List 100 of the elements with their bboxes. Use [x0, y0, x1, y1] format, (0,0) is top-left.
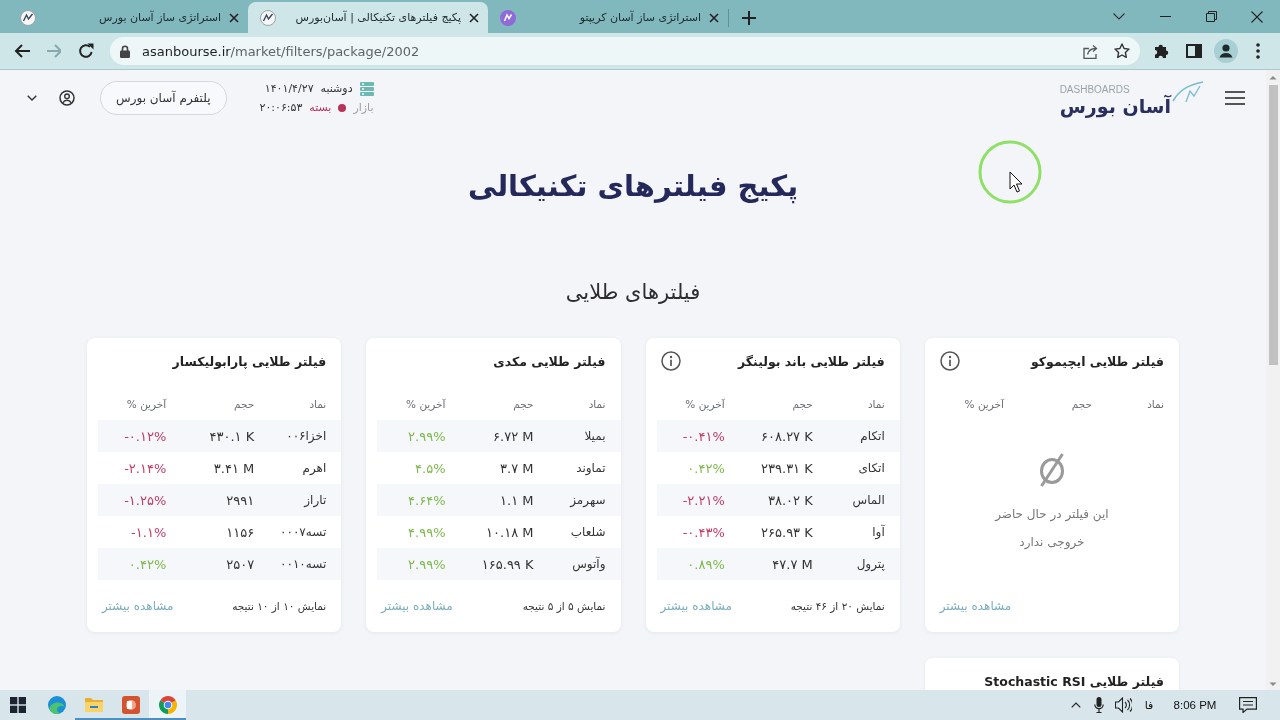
- user-icon[interactable]: [59, 90, 75, 106]
- folder-icon: [83, 695, 104, 715]
- volume-value: ۲۹۹۱: [226, 492, 255, 508]
- taskbar-app-button[interactable]: [149, 690, 186, 720]
- column-header: حجم: [234, 398, 255, 410]
- puzzle-icon[interactable]: [1154, 43, 1170, 59]
- lock-icon[interactable]: [120, 44, 130, 58]
- scroll-down-icon[interactable]: [1269, 682, 1277, 687]
- stock-symbol: آوا: [872, 525, 885, 539]
- reload-icon[interactable]: [78, 43, 94, 59]
- volume-value: ۱۶۵.۹۹ K: [481, 556, 534, 572]
- browser-tab[interactable]: پکیج فیلترهای تکنیکالی | آسان‌بورس: [248, 2, 488, 33]
- column-header: نماد: [588, 398, 606, 410]
- change-value: -۰.۴۱%: [682, 428, 725, 444]
- close-icon[interactable]: [469, 12, 479, 23]
- scrollbar-thumb[interactable]: [1268, 85, 1278, 365]
- browser-app-icon: [157, 695, 178, 715]
- stock-symbol: تسه۰۰۰۷: [280, 525, 327, 539]
- empty-message: این فیلتر در حال حاضر خروجی ندارد: [995, 506, 1109, 552]
- volume-value: ۳.۷ M: [500, 460, 534, 476]
- volume-value: ۲۵۰۷: [226, 556, 255, 572]
- change-value: -۱.۲۵%: [124, 492, 167, 508]
- restore-icon[interactable]: [1205, 11, 1217, 22]
- plus-icon[interactable]: [742, 10, 756, 25]
- info-icon[interactable]: [939, 351, 960, 371]
- stock-symbol: تماوند: [576, 461, 606, 475]
- stock-symbol: اخزا۰۰۶: [286, 429, 327, 443]
- volume-value: ۱.۱ M: [500, 492, 534, 508]
- browser-tab[interactable]: استراتژی ساز آسان بورس: [8, 2, 248, 33]
- volume-value: ۳۸.۰۲ K: [768, 492, 813, 508]
- microphone-icon[interactable]: [1094, 697, 1104, 713]
- card-title: فیلتر طلایی مکدی: [493, 353, 606, 369]
- wave-app-icon: [46, 695, 67, 715]
- column-header: نماد: [309, 398, 327, 410]
- card-title: فیلتر طلایی Stochastic RSI: [984, 673, 1164, 689]
- result-count: نمایش ۲۰ از ۴۶ نتیجه: [790, 600, 885, 612]
- platform-button[interactable]: پلتفرم آسان بورس: [100, 81, 227, 115]
- menu-icon[interactable]: [1225, 91, 1245, 105]
- chevron-up-icon[interactable]: [1071, 702, 1081, 708]
- change-value: ۰.۴۲%: [687, 460, 725, 476]
- change-value: ۴.۹۹%: [408, 524, 446, 540]
- column-header: آخرین %: [685, 398, 725, 410]
- column-header: آخرین %: [126, 398, 167, 410]
- volume-value: ۳.۴۱ M: [213, 460, 255, 476]
- volume-value: ۴۳۰.۱ K: [209, 428, 255, 444]
- section-title: فیلترهای طلایی: [565, 279, 701, 306]
- change-value: ۴.۵%: [415, 460, 446, 476]
- minimize-icon[interactable]: [1159, 16, 1171, 17]
- stock-symbol: وآتوس: [572, 557, 606, 571]
- card-title: فیلتر طلایی ایچیموکو: [1031, 353, 1164, 369]
- card-title: فیلتر طلایی پارابولیکسار: [172, 353, 327, 369]
- change-value: -۱.۱%: [131, 524, 167, 540]
- close-icon[interactable]: [1251, 10, 1263, 23]
- info-icon[interactable]: [660, 351, 681, 371]
- share-icon[interactable]: [1083, 43, 1098, 59]
- server-icon: [359, 81, 374, 96]
- volume-value: ۶۰۸.۲۷ K: [761, 428, 813, 444]
- volume-value: ۶.۷۲ M: [493, 428, 534, 444]
- stock-symbol: تسه۰۰۱۰: [280, 557, 327, 571]
- logo-text: آسان بورس: [1059, 94, 1171, 117]
- time-text: ۲۰:۰۶:۵۳: [259, 101, 303, 114]
- date-text: ۱۴۰۱/۴/۲۷: [264, 82, 314, 95]
- star-icon[interactable]: [1114, 43, 1130, 59]
- profile-icon[interactable]: [1214, 39, 1238, 63]
- market-label: بازار: [353, 101, 374, 114]
- browser-tab[interactable]: استراتژی ساز آسان کریپتو: [488, 2, 728, 33]
- chevron-down-icon[interactable]: [27, 95, 37, 101]
- page-title: پکیج فیلترهای تکنیکالی: [467, 168, 799, 206]
- more-icon[interactable]: [1256, 43, 1260, 59]
- stock-symbol: شلعاب: [570, 525, 606, 539]
- weekday-text: دوشنبه: [320, 82, 353, 95]
- column-header: نماد: [867, 398, 885, 410]
- change-value: ۰.۴۲%: [128, 556, 167, 572]
- volume-value: ۱۱۵۶: [226, 524, 255, 540]
- notification-icon[interactable]: [1239, 697, 1257, 713]
- scroll-up-icon[interactable]: [1269, 75, 1277, 80]
- change-value: -۰.۱۲%: [124, 428, 167, 444]
- side-panel-icon[interactable]: [1186, 44, 1202, 58]
- stock-symbol: الماس: [852, 493, 885, 507]
- slides-app-icon: [120, 695, 141, 715]
- column-header: حجم: [1071, 398, 1092, 410]
- back-icon[interactable]: [14, 44, 30, 58]
- chevron-down-icon[interactable]: [1113, 13, 1125, 20]
- language-indicator[interactable]: فا: [1144, 698, 1154, 712]
- start-icon[interactable]: [10, 697, 26, 713]
- column-header: آخرین %: [406, 398, 446, 410]
- speaker-icon[interactable]: [1114, 697, 1132, 713]
- volume-value: ۱۰.۱۸ M: [486, 524, 534, 540]
- empty-set-icon: [1037, 452, 1066, 488]
- close-icon[interactable]: [229, 12, 239, 23]
- favicon-icon: [500, 9, 516, 26]
- clock-text[interactable]: 8:06 PM: [1173, 699, 1217, 711]
- stock-symbol: اهرم: [302, 461, 327, 475]
- column-header: نماد: [1147, 398, 1164, 410]
- address-field[interactable]: asanbourse.ir/market/filters/package/2002: [110, 37, 1140, 65]
- column-header: حجم: [513, 398, 534, 410]
- change-value: ۰.۸۹%: [687, 556, 725, 572]
- close-icon[interactable]: [709, 12, 719, 23]
- stock-symbol: اتکای: [858, 461, 885, 475]
- logo-caption: DASHBOARDS: [1059, 83, 1130, 95]
